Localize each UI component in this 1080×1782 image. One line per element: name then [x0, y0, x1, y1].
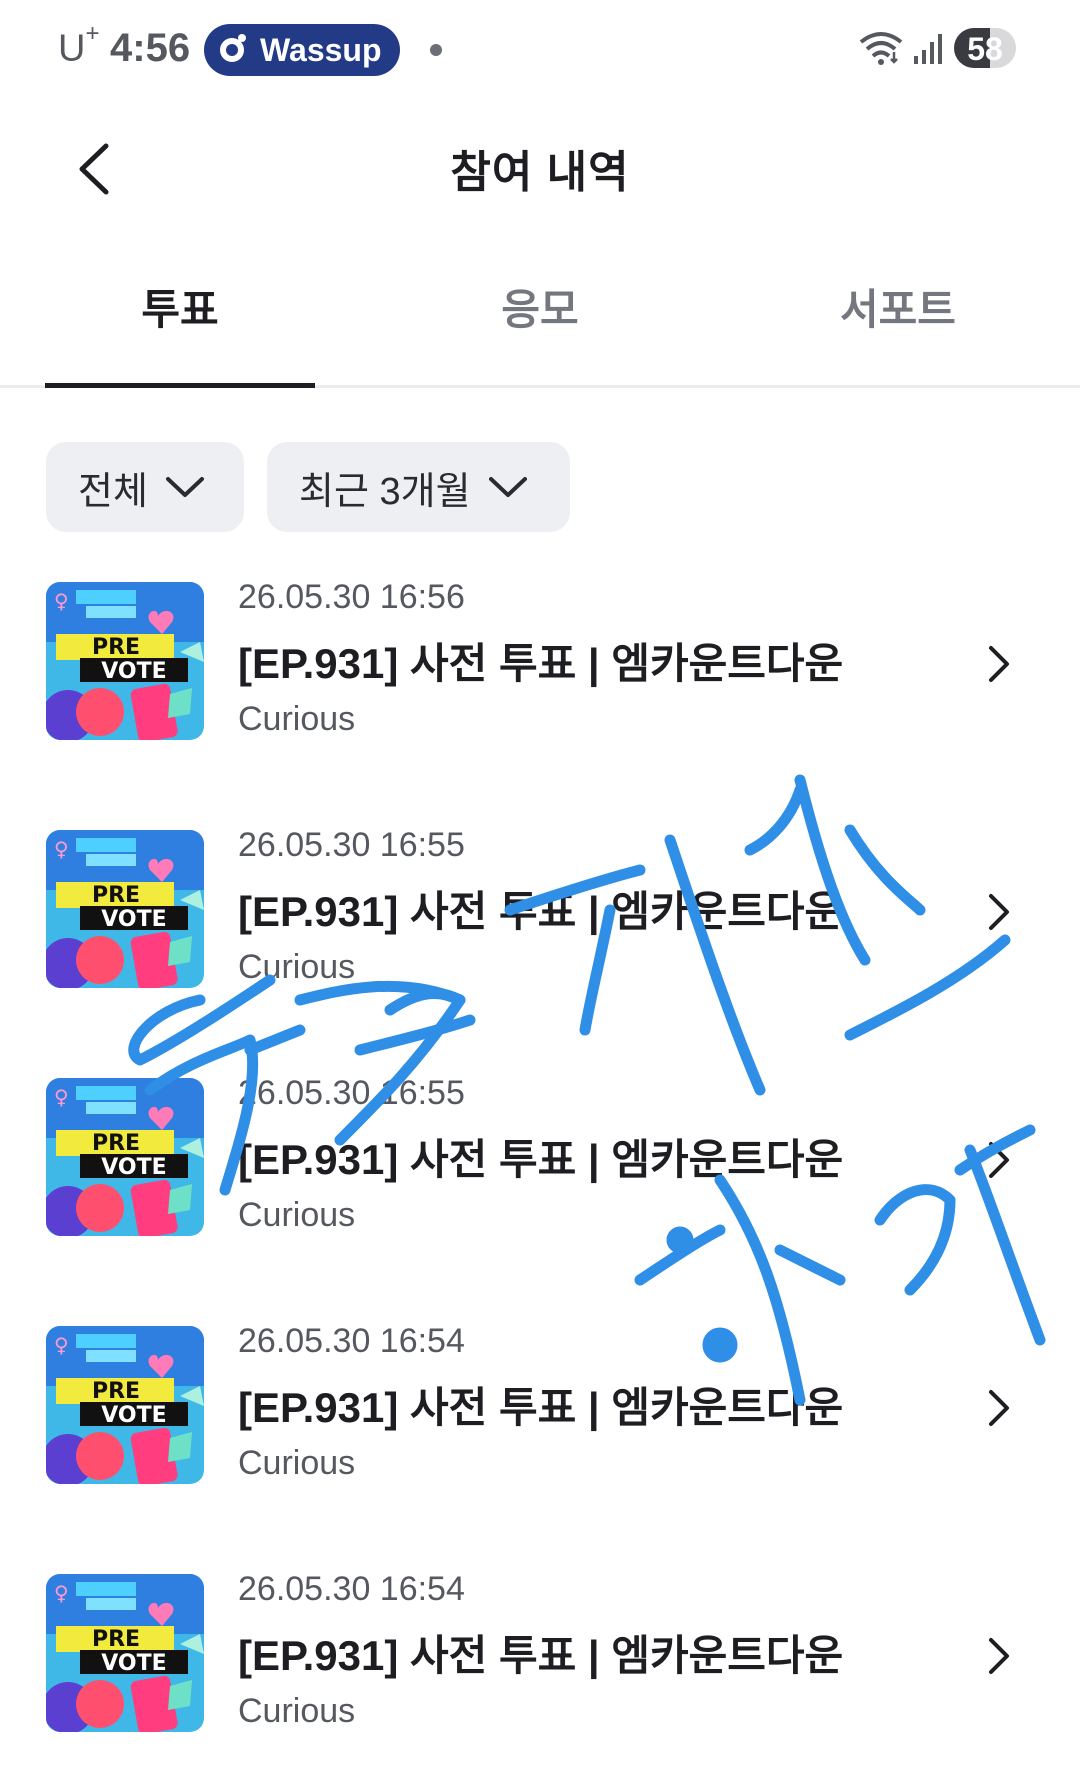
tab-active-indicator — [45, 383, 315, 388]
wifi-icon — [859, 32, 903, 65]
item-title: [EP.931] 사전 투표 | 엠카운트다운 — [238, 1632, 844, 1679]
list-item[interactable]: ♀ PRE VOTE 26.05.30 16:55 [EP.931] 사전 투표… — [0, 826, 1080, 1030]
item-subtitle: Curious — [238, 1196, 356, 1234]
pre-vote-thumbnail: ♀ PRE VOTE — [46, 582, 204, 740]
thumb-pre-text: PRE — [92, 635, 140, 660]
thumb-pre-text: PRE — [92, 883, 140, 908]
thumb-pre-text: PRE — [92, 1131, 140, 1156]
pre-vote-thumbnail: ♀ PRE VOTE — [46, 1326, 204, 1484]
svg-text:♀: ♀ — [54, 1085, 69, 1109]
thumb-pre-text: PRE — [92, 1379, 140, 1404]
svg-text:♀: ♀ — [54, 1333, 69, 1357]
tab-support[interactable]: 서포트 — [763, 276, 1033, 337]
item-subtitle: Curious — [238, 700, 356, 738]
chevron-right-icon — [989, 1142, 1009, 1178]
chevron-right-icon — [989, 894, 1009, 930]
svg-text:♀: ♀ — [54, 589, 69, 613]
item-title: [EP.931] 사전 투표 | 엠카운트다운 — [238, 1384, 844, 1431]
filter-type-dropdown[interactable]: 전체 — [46, 442, 244, 532]
thumb-pre-text: PRE — [92, 1627, 140, 1652]
battery-indicator: 58 — [954, 28, 1016, 68]
item-title: [EP.931] 사전 투표 | 엠카운트다운 — [238, 1136, 844, 1183]
app-notification-pill[interactable]: Wassup — [204, 24, 400, 76]
tab-entry[interactable]: 응모 — [405, 276, 675, 337]
item-subtitle: Curious — [238, 1444, 356, 1482]
filter-type-label: 전체 — [78, 470, 148, 513]
app-logo-icon — [220, 34, 246, 62]
app-pill-label: Wassup — [260, 31, 382, 68]
pre-vote-thumbnail: ♀ PRE VOTE — [46, 1078, 204, 1236]
svg-text:♀: ♀ — [54, 837, 69, 861]
item-date: 26.05.30 16:56 — [238, 578, 465, 616]
item-date: 26.05.30 16:55 — [238, 826, 465, 864]
thumb-vote-text: VOTE — [101, 907, 166, 932]
chevron-down-icon — [488, 477, 527, 497]
tab-vote[interactable]: 투표 — [45, 276, 315, 337]
thumb-vote-text: VOTE — [101, 1651, 166, 1676]
list-item[interactable]: ♀ PRE VOTE 26.05.30 16:56 [EP.931] 사전 투표… — [0, 578, 1080, 782]
status-bar: U+ 4:56 Wassup 58 — [0, 0, 1080, 100]
notification-dot-icon — [430, 44, 442, 56]
chevron-right-icon — [989, 646, 1009, 682]
chevron-right-icon — [989, 1390, 1009, 1426]
list-item[interactable]: ♀ PRE VOTE 26.05.30 16:55 [EP.931] 사전 투표… — [0, 1074, 1080, 1278]
item-title: [EP.931] 사전 투표 | 엠카운트다운 — [238, 640, 844, 687]
thumb-vote-text: VOTE — [101, 659, 166, 684]
item-date: 26.05.30 16:54 — [238, 1322, 465, 1360]
chevron-down-icon — [165, 477, 204, 497]
item-subtitle: Curious — [238, 1692, 356, 1730]
list-item[interactable]: ♀ PRE VOTE 26.05.30 16:54 [EP.931] 사전 투표… — [0, 1570, 1080, 1774]
signal-icon — [914, 34, 942, 64]
thumb-vote-text: VOTE — [101, 1403, 166, 1428]
page-title: 참여 내역 — [450, 148, 630, 197]
filter-period-dropdown[interactable]: 최근 3개월 — [267, 442, 570, 532]
pre-vote-thumbnail: ♀ PRE VOTE — [46, 830, 204, 988]
page-header: 참여 내역 — [0, 110, 1080, 220]
svg-text:♀: ♀ — [54, 1581, 69, 1605]
item-title: [EP.931] 사전 투표 | 엠카운트다운 — [238, 888, 844, 935]
item-subtitle: Curious — [238, 948, 356, 986]
status-time: 4:56 — [110, 26, 191, 70]
battery-percent: 58 — [967, 31, 1003, 67]
item-date: 26.05.30 16:54 — [238, 1570, 465, 1608]
filter-period-label: 최근 3개월 — [299, 470, 471, 513]
pre-vote-thumbnail: ♀ PRE VOTE — [46, 1574, 204, 1732]
tab-bar: 투표 응모 서포트 — [0, 250, 1080, 388]
chevron-right-icon — [989, 1638, 1009, 1674]
thumb-vote-text: VOTE — [101, 1155, 166, 1180]
list-item[interactable]: ♀ PRE VOTE 26.05.30 16:54 [EP.931] 사전 투표… — [0, 1322, 1080, 1526]
item-date: 26.05.30 16:55 — [238, 1074, 465, 1112]
carrier-label: U+ — [58, 20, 100, 70]
